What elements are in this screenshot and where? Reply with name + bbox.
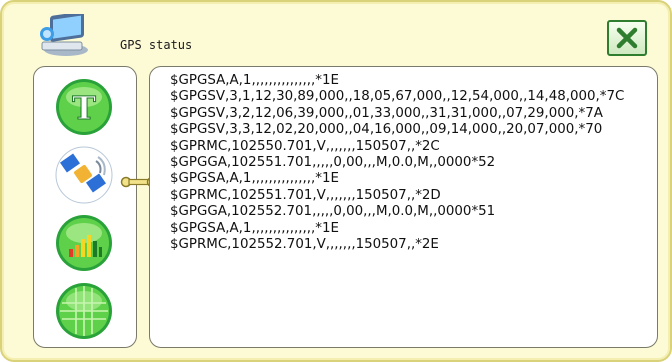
close-x-icon	[616, 27, 638, 49]
satellite-icon	[55, 146, 113, 204]
close-button[interactable]	[607, 20, 647, 56]
log-line: $GPRMC,102550.701,V,,,,,,,150507,,*2C	[170, 138, 440, 154]
text-t-icon: T	[56, 79, 112, 135]
signal-strength-button[interactable]	[52, 211, 116, 275]
globe-grid-icon	[56, 283, 112, 339]
gps-status-window: GPS status T $GPGSA,A,1,,,,,,,,,,,,,,,*1…	[0, 0, 672, 362]
sidebar: T	[33, 66, 137, 348]
svg-text:T: T	[72, 89, 96, 127]
log-line: $GPGSA,A,1,,,,,,,,,,,,,,,*1E	[170, 73, 339, 88]
nmea-log-panel[interactable]: $GPGSA,A,1,,,,,,,,,,,,,,,*1E $GPGSV,3,1,…	[149, 66, 658, 348]
log-line: $GPGSA,A,1,,,,,,,,,,,,,,,*1E	[170, 220, 339, 236]
computer-monitor-icon	[36, 11, 96, 58]
log-line: $GPGSV,3,3,12,02,20,000,,04,16,000,,09,1…	[170, 122, 603, 138]
log-line: $GPRMC,102552.701,V,,,,,,,150507,,*2E	[170, 237, 439, 253]
log-line: $GPRMC,102551.701,V,,,,,,,150507,,*2D	[170, 187, 441, 203]
window-title: GPS status	[120, 38, 193, 52]
satellite-button[interactable]	[52, 143, 116, 207]
log-line: $GPGGA,102551.701,,,,,0,00,,,M,0.0,M,,00…	[170, 155, 496, 171]
log-line: $GPGSA,A,1,,,,,,,,,,,,,,,*1E	[170, 171, 339, 187]
text-mode-button[interactable]: T	[52, 75, 116, 139]
signal-bars-icon	[56, 215, 112, 271]
log-line: $GPGGA,102552.701,,,,,0,00,,,M,0.0,M,,00…	[170, 204, 496, 220]
globe-button[interactable]	[52, 279, 116, 343]
log-line: $GPGSV,3,1,12,30,89,000,,18,05,67,000,,1…	[170, 89, 625, 105]
log-line: $GPGSV,3,2,12,06,39,000,,01,33,000,,31,3…	[170, 105, 603, 121]
